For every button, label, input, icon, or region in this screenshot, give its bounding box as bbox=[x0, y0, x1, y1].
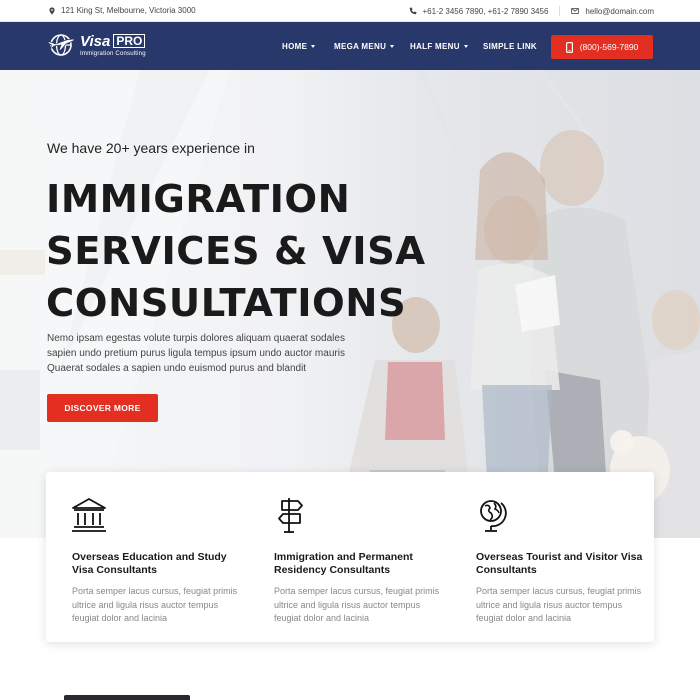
nav-mega-menu-label: MEGA MENU bbox=[334, 42, 387, 51]
call-button-label: (800)-569-7890 bbox=[579, 42, 639, 52]
address-text: 121 King St, Melbourne, Victoria 3000 bbox=[61, 6, 196, 15]
logo-badge: PRO bbox=[113, 34, 146, 48]
plane-globe-icon bbox=[46, 34, 75, 56]
site-logo[interactable]: Visa PRO Immigration Consulting bbox=[46, 32, 146, 58]
hero-title-line: IMMIGRATION bbox=[46, 177, 351, 222]
nav-home-label: HOME bbox=[282, 42, 308, 51]
feature-text: Porta semper lacus cursus, feugiat primi… bbox=[72, 586, 238, 623]
call-button[interactable]: (800)-569-7890 bbox=[551, 35, 653, 59]
nav-home[interactable]: HOME bbox=[282, 42, 316, 51]
hero-title-line: SERVICES & VISA bbox=[46, 229, 426, 274]
chevron-down-icon bbox=[390, 45, 395, 49]
bank-building-icon bbox=[72, 498, 106, 532]
feature-title: Immigration and Permanent Residency Cons… bbox=[274, 551, 413, 576]
nav-mega-menu[interactable]: MEGA MENU bbox=[334, 42, 395, 51]
phone-numbers[interactable]: +61-2 3456 7890, +61-2 7890 3456 bbox=[423, 7, 549, 16]
hero-section: We have 20+ years experience in IMMIGRAT… bbox=[0, 70, 700, 538]
mobile-phone-icon bbox=[565, 41, 573, 53]
signpost-icon bbox=[278, 498, 303, 533]
hero-title: IMMIGRATION SERVICES & VISA CONSULTATION… bbox=[46, 174, 426, 330]
hero-title-line: CONSULTATIONS bbox=[46, 281, 407, 326]
globe-stand-icon bbox=[480, 500, 507, 532]
phone-icon bbox=[409, 7, 416, 15]
divider bbox=[559, 6, 561, 16]
nav-simple-link-label: SIMPLE LINK bbox=[483, 42, 537, 51]
nav-half-menu-label: HALF MENU bbox=[410, 42, 460, 51]
map-pin-icon bbox=[49, 6, 55, 15]
nav-half-menu[interactable]: HALF MENU bbox=[410, 42, 468, 51]
feature-item: Overseas Tourist and Visitor Visa Consul… bbox=[476, 496, 651, 626]
feature-text: Porta semper lacus cursus, feugiat primi… bbox=[274, 586, 440, 623]
chevron-down-icon bbox=[463, 45, 468, 49]
feature-item: Overseas Education and Study Visa Consul… bbox=[72, 496, 247, 626]
nav-simple-link[interactable]: SIMPLE LINK bbox=[483, 42, 537, 51]
envelope-icon bbox=[571, 8, 580, 14]
features-card: Overseas Education and Study Visa Consul… bbox=[46, 472, 654, 642]
hero-pretitle: We have 20+ years experience in bbox=[47, 140, 255, 156]
discover-more-button[interactable]: DISCOVER MORE bbox=[47, 394, 158, 422]
logo-tagline: Immigration Consulting bbox=[80, 50, 146, 57]
main-header: Visa PRO Immigration Consulting HOME MEG… bbox=[0, 22, 700, 70]
feature-text: Porta semper lacus cursus, feugiat primi… bbox=[476, 586, 642, 623]
hero-description: Nemo ipsam egestas volute turpis dolores… bbox=[47, 333, 345, 374]
logo-wordmark: Visa bbox=[80, 32, 111, 50]
address-info: 121 King St, Melbourne, Victoria 3000 bbox=[48, 6, 196, 15]
chevron-down-icon bbox=[311, 45, 316, 49]
email-link[interactable]: hello@domain.com bbox=[585, 7, 654, 16]
feature-title: Overseas Tourist and Visitor Visa Consul… bbox=[476, 551, 643, 576]
feature-title: Overseas Education and Study Visa Consul… bbox=[72, 551, 227, 576]
top-info-bar: 121 King St, Melbourne, Victoria 3000 +6… bbox=[0, 0, 700, 22]
feature-item: Immigration and Permanent Residency Cons… bbox=[274, 496, 449, 626]
next-section-image bbox=[64, 695, 190, 700]
